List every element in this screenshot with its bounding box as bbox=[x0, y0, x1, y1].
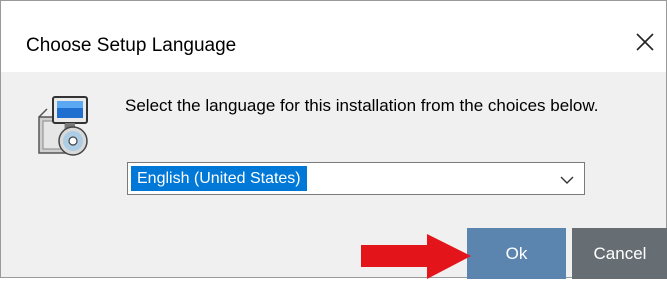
close-icon[interactable] bbox=[630, 27, 660, 57]
selected-language: English (United States) bbox=[131, 166, 307, 191]
language-prompt: Select the language for this installatio… bbox=[125, 96, 599, 115]
cancel-button[interactable]: Cancel bbox=[572, 228, 667, 279]
setup-language-dialog: Choose Setup Language Select the languag… bbox=[0, 0, 667, 279]
language-select[interactable]: English (United States) bbox=[127, 162, 585, 195]
ok-button[interactable]: Ok bbox=[467, 228, 566, 279]
title-bar: Choose Setup Language bbox=[1, 1, 666, 72]
installer-icon bbox=[35, 95, 93, 159]
chevron-down-icon bbox=[560, 173, 574, 185]
dialog-title: Choose Setup Language bbox=[26, 35, 237, 56]
arrow-right-icon bbox=[361, 234, 473, 279]
